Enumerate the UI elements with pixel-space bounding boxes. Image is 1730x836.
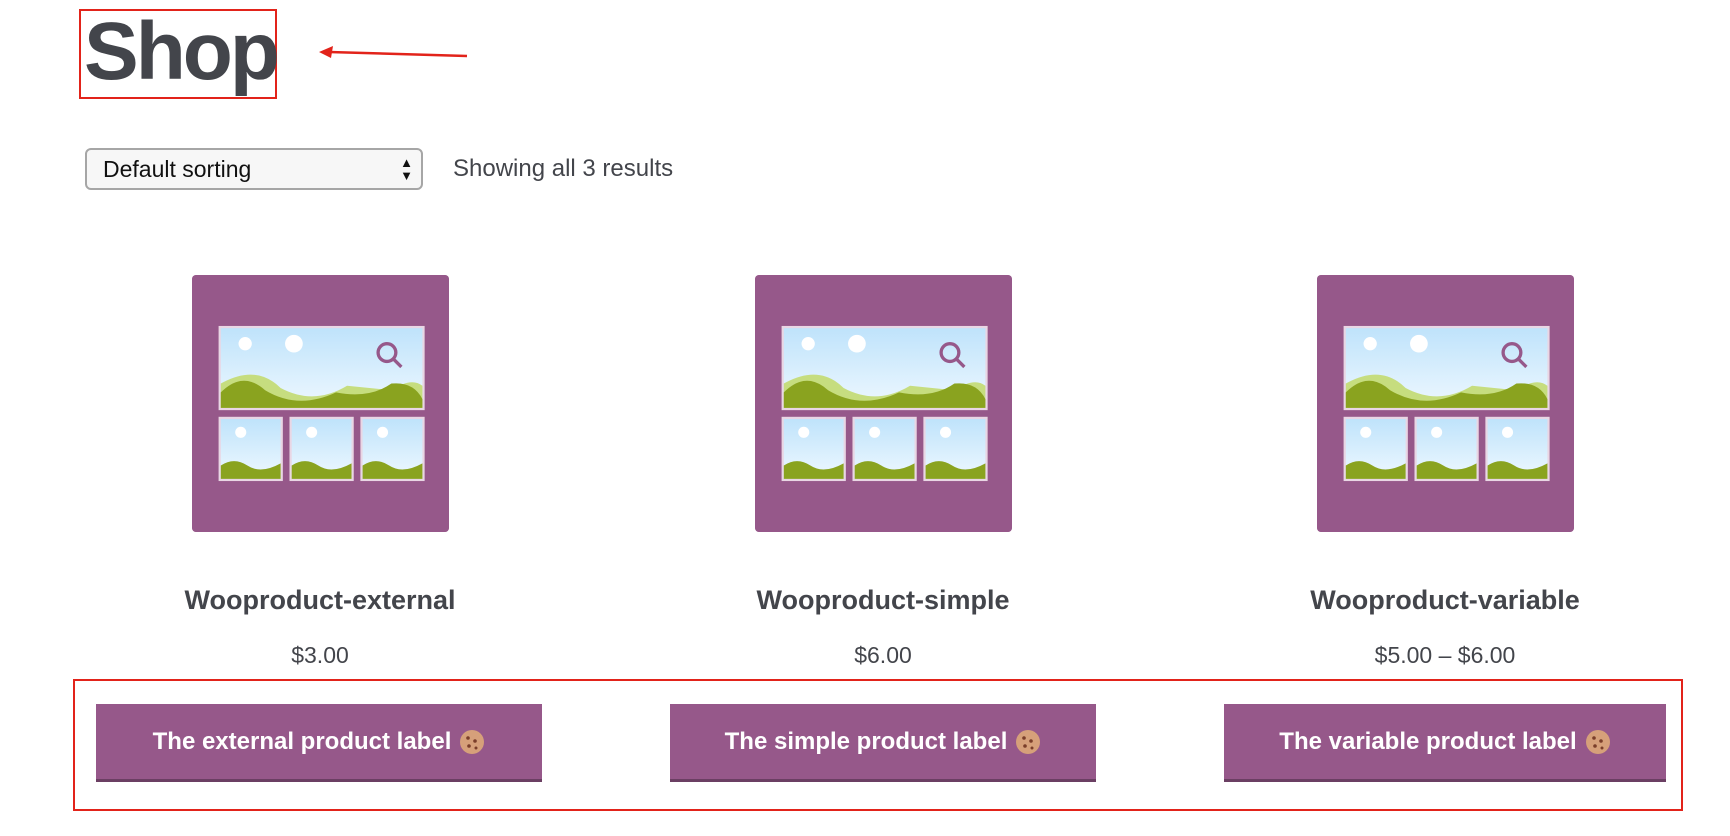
product-label-text: The variable product label (1279, 727, 1577, 755)
product-title[interactable]: Wooproduct-simple (603, 585, 1163, 616)
product-card: Wooproduct-simple $6.00 (603, 275, 1163, 669)
product-price: $5.00 – $6.00 (1374, 642, 1516, 668)
product-placeholder-image[interactable] (754, 275, 1012, 532)
product-title[interactable]: Wooproduct-external (40, 585, 600, 616)
result-count: Showing all 3 results (453, 155, 674, 182)
page-title: Shop (84, 6, 280, 97)
product-label-text: The simple product label (724, 727, 1008, 755)
product-label-button[interactable]: The simple product label (670, 704, 1096, 782)
product-label-text: The external product label (152, 727, 452, 755)
product-price: $3.00 (291, 642, 349, 668)
cookie-icon (1585, 729, 1610, 754)
product-price: $6.00 (854, 642, 912, 668)
product-label-button[interactable]: The variable product label (1224, 704, 1666, 782)
annotation-arrow-icon (319, 46, 468, 58)
product-placeholder-image[interactable] (191, 275, 449, 532)
product-card: Wooproduct-external $3.00 (40, 275, 600, 669)
product-label-button[interactable]: The external product label (96, 704, 542, 782)
select-arrows-icon: ▲ ▼ (400, 155, 413, 183)
sort-select[interactable]: Default sorting ▲ ▼ (85, 148, 423, 190)
product-card: Wooproduct-variable $5.00 – $6.00 (1165, 275, 1725, 669)
sort-select-value: Default sorting (103, 156, 252, 182)
product-title[interactable]: Wooproduct-variable (1165, 585, 1725, 616)
cookie-icon (1016, 729, 1041, 754)
cookie-icon (460, 729, 485, 754)
product-placeholder-image[interactable] (1316, 275, 1574, 532)
